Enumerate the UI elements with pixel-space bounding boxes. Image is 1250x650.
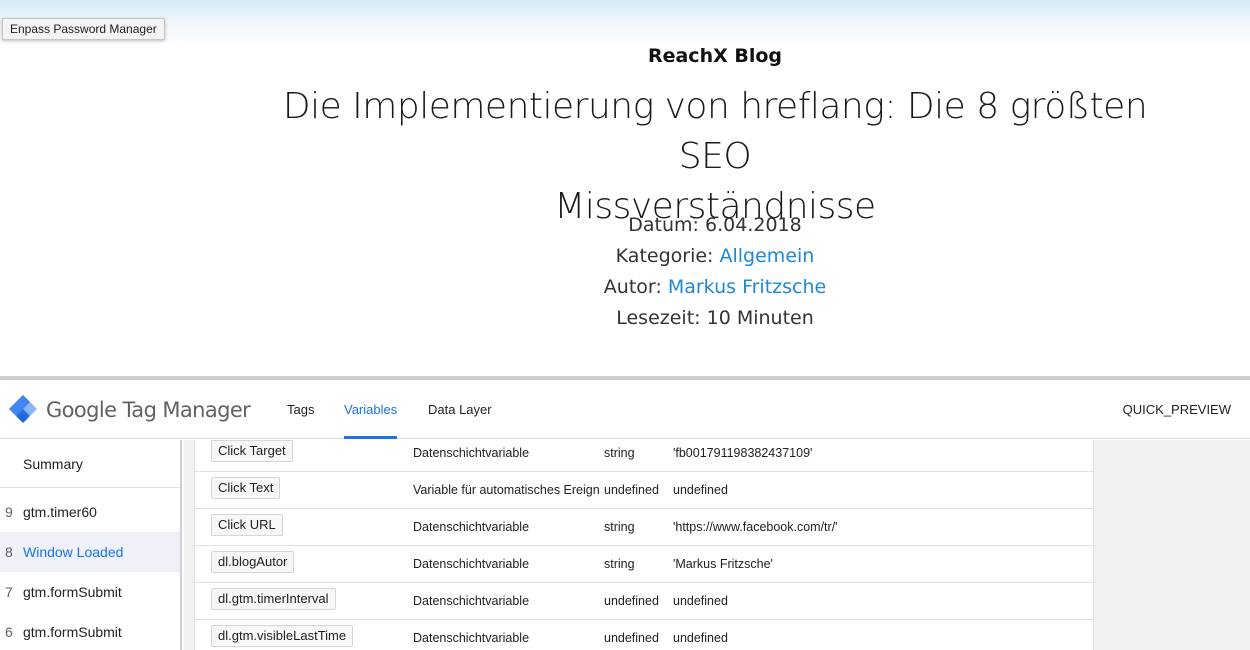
table-row: dl.gtm.timerInterval Datenschichtvariabl… bbox=[195, 583, 1093, 620]
variable-name: Click Target bbox=[211, 440, 293, 462]
quick-preview-label[interactable]: QUICK_PREVIEW bbox=[1123, 380, 1231, 439]
variable-type: Datenschichtvariable bbox=[413, 631, 530, 645]
variable-data-type: undefined bbox=[604, 483, 659, 497]
tab-variables[interactable]: Variables bbox=[344, 380, 398, 439]
meta-date: Datum: 6.04.2018 bbox=[515, 210, 915, 241]
meta-reading-label: Lesezeit: bbox=[616, 307, 701, 329]
variable-data-type: string bbox=[604, 557, 635, 571]
gtm-diamond-icon bbox=[9, 395, 37, 423]
gtm-brand-product: Tag Manager bbox=[116, 398, 251, 422]
category-link[interactable]: Allgemein bbox=[720, 245, 815, 267]
variable-value: 'https://www.facebook.com/tr/' bbox=[673, 520, 838, 534]
meta-category: Kategorie: Allgemein bbox=[515, 241, 915, 272]
variable-data-type: undefined bbox=[604, 631, 659, 645]
sidebar-item-summary[interactable]: Summary bbox=[0, 440, 180, 488]
meta-author: Autor: Markus Fritzsche bbox=[515, 272, 915, 303]
variable-name: dl.blogAutor bbox=[211, 551, 295, 573]
sidebar-item-event[interactable]: 7 gtm.formSubmit bbox=[0, 572, 180, 612]
variable-value: undefined bbox=[673, 631, 728, 645]
meta-date-value: 6.04.2018 bbox=[705, 214, 802, 236]
variable-type: Variable für automatisches Ereignis bbox=[413, 483, 600, 497]
variable-name: Click Text bbox=[211, 477, 281, 499]
gtm-brand: Google Tag Manager bbox=[46, 397, 251, 423]
meta-author-label: Autor: bbox=[603, 276, 662, 298]
event-label: gtm.formSubmit bbox=[23, 584, 122, 600]
blog-page: Enpass Password Manager ReachX Blog Die … bbox=[0, 0, 1250, 376]
variable-value: 'Markus Fritzsche' bbox=[673, 557, 773, 571]
meta-date-label: Datum: bbox=[628, 214, 699, 236]
variable-value: 'fb001791198382437109' bbox=[673, 446, 813, 460]
event-number: 6 bbox=[5, 624, 13, 640]
gtm-debug-panel: Google Tag Manager Tags Variables Data L… bbox=[0, 380, 1250, 650]
table-row: dl.gtm.visibleLastTime Datenschichtvaria… bbox=[195, 620, 1093, 650]
variable-type: Datenschichtvariable bbox=[413, 520, 530, 534]
tab-data-layer[interactable]: Data Layer bbox=[428, 380, 492, 439]
event-label: Window Loaded bbox=[23, 544, 124, 560]
variable-value: undefined bbox=[673, 483, 728, 497]
sidebar-item-event-selected[interactable]: 8 Window Loaded bbox=[0, 532, 180, 572]
variable-value: undefined bbox=[673, 594, 728, 608]
variable-data-type: undefined bbox=[604, 594, 659, 608]
gtm-header: Google Tag Manager Tags Variables Data L… bbox=[0, 380, 1250, 439]
sidebar-item-event[interactable]: 6 gtm.formSubmit bbox=[0, 612, 180, 650]
variable-type: Datenschichtvariable bbox=[413, 557, 530, 571]
event-label: gtm.formSubmit bbox=[23, 624, 122, 640]
variable-name: Click URL bbox=[211, 514, 283, 536]
sidebar-item-event[interactable]: 9 gtm.timer60 bbox=[0, 492, 180, 532]
variables-table: Click Target Datenschichtvariable string… bbox=[194, 440, 1094, 650]
author-link[interactable]: Markus Fritzsche bbox=[668, 276, 826, 298]
meta-category-label: Kategorie: bbox=[615, 245, 714, 267]
event-number: 8 bbox=[5, 544, 13, 560]
gtm-brand-google: Google bbox=[46, 398, 117, 422]
event-label: gtm.timer60 bbox=[23, 504, 97, 520]
post-meta: Datum: 6.04.2018 Kategorie: Allgemein Au… bbox=[515, 210, 915, 334]
variable-data-type: string bbox=[604, 520, 635, 534]
variable-type: Datenschichtvariable bbox=[413, 446, 530, 460]
table-row: Click Text Variable für automatisches Er… bbox=[195, 472, 1093, 509]
post-title-line-1: Die Implementierung von hreflang: Die 8 … bbox=[282, 86, 1148, 177]
tab-tags[interactable]: Tags bbox=[287, 380, 314, 439]
table-row: Click Target Datenschichtvariable string… bbox=[195, 435, 1093, 472]
table-row: dl.blogAutor Datenschichtvariable string… bbox=[195, 546, 1093, 583]
variable-data-type: string bbox=[604, 446, 635, 460]
blog-brand[interactable]: ReachX Blog bbox=[0, 44, 1250, 68]
variable-name: dl.gtm.visibleLastTime bbox=[211, 625, 354, 647]
meta-reading-value: 10 Minuten bbox=[706, 307, 814, 329]
variable-type: Datenschichtvariable bbox=[413, 594, 530, 608]
event-sidebar: Summary 9 gtm.timer60 8 Window Loaded 7 … bbox=[0, 440, 182, 650]
table-row: Click URL Datenschichtvariable string 'h… bbox=[195, 509, 1093, 546]
event-number: 7 bbox=[5, 584, 13, 600]
event-number: 9 bbox=[5, 504, 13, 520]
meta-reading-time: Lesezeit: 10 Minuten bbox=[515, 303, 915, 334]
enpass-password-manager-button[interactable]: Enpass Password Manager bbox=[2, 18, 165, 40]
variable-name: dl.gtm.timerInterval bbox=[211, 588, 336, 610]
